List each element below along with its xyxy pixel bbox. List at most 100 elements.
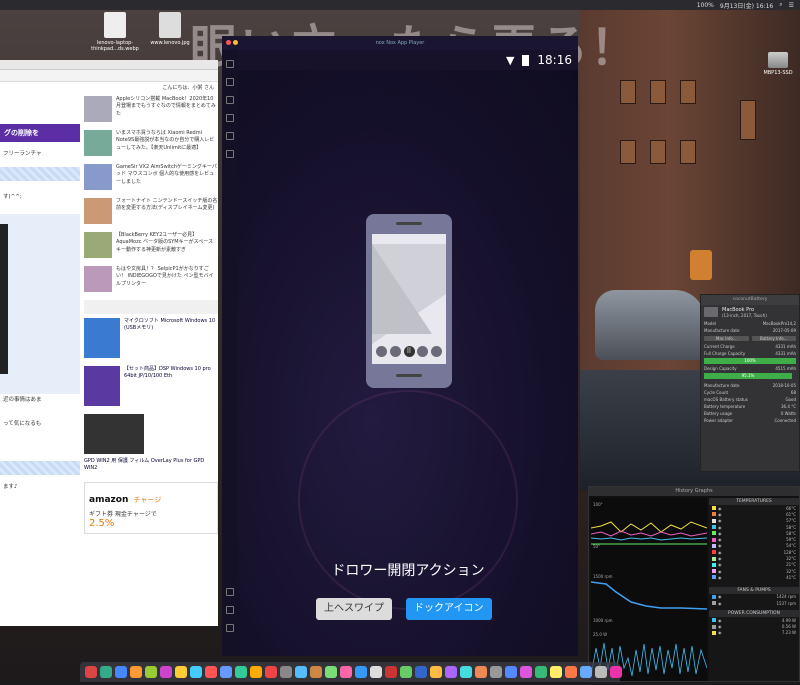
drive-icon[interactable]: MBP13-SSD xyxy=(760,52,796,76)
dock-app-icon[interactable] xyxy=(130,666,142,678)
dock-app-icon[interactable] xyxy=(520,666,532,678)
dock-app-icon[interactable] xyxy=(535,666,547,678)
dock-app-icon[interactable] xyxy=(145,666,157,678)
location-icon[interactable] xyxy=(226,150,234,158)
eye-icon: ◉ xyxy=(718,537,722,543)
mac-info-button[interactable]: Mac Info... xyxy=(704,336,749,341)
home-icon[interactable] xyxy=(226,606,234,614)
article-title[interactable]: フォートナイト ニンテンドースイッチ版の名前を変更する方法(ディスプレイネーム変… xyxy=(116,198,218,224)
article-title[interactable]: Appleシリコン搭載 MacBook！2020年10月登場までもうすぐなので情… xyxy=(116,96,218,122)
dock-app-icon[interactable] xyxy=(445,666,457,678)
dock-icon-option[interactable]: ドックアイコン xyxy=(406,598,492,620)
dock-app-icon[interactable] xyxy=(310,666,322,678)
dock-app-icon[interactable] xyxy=(430,666,442,678)
minimize-icon[interactable] xyxy=(233,40,238,45)
power-row[interactable]: ◉ 7.23 W xyxy=(709,630,799,636)
desktop-file-icon[interactable]: lenovo-laptop-thinkpad...ds.webp xyxy=(85,12,145,52)
history-title[interactable]: History Graphs xyxy=(589,487,799,496)
left-text: 近の事情はあま xyxy=(3,396,42,403)
keyboard-icon[interactable] xyxy=(226,60,234,68)
dock-app-icon[interactable] xyxy=(190,666,202,678)
android-screen: ⠿ ドロワー開閉アクション 上へスワイプ ドックアイコン 前へ 適用 xyxy=(238,70,578,656)
dock-app-icon[interactable] xyxy=(175,666,187,678)
article-title[interactable]: GameSir VX2 AimSwitchゲーミングキーパッド マウスコンボ 個… xyxy=(116,164,218,190)
article-item[interactable]: もはや文房具！？ SelpicP1がかなりすごい！ INDIEGOGOで見かけた… xyxy=(84,266,218,292)
macos-dock xyxy=(80,662,622,682)
product-item[interactable]: マイクロソフト Microsoft Windows 10 (USBメモリ) xyxy=(84,318,218,358)
product-title[interactable]: 【セット商品】DSP Windows 10 pro 64bit JP/10/10… xyxy=(124,366,218,406)
dock-app-icon[interactable] xyxy=(490,666,502,678)
dock-app-icon[interactable] xyxy=(235,666,247,678)
coconut-title[interactable]: coconutBattery xyxy=(701,295,799,305)
search-icon[interactable]: ⌕ xyxy=(779,1,782,9)
dock-app-icon[interactable] xyxy=(280,666,292,678)
screenshot-icon[interactable] xyxy=(226,114,234,122)
shake-icon[interactable] xyxy=(226,132,234,140)
article-title[interactable]: もはや文房具！？ SelpicP1がかなりすごい！ INDIEGOGOで見かけた… xyxy=(116,266,218,292)
dock-app-icon[interactable] xyxy=(160,666,172,678)
menu-list-icon[interactable]: ☰ xyxy=(789,2,794,9)
article-item[interactable]: Appleシリコン搭載 MacBook！2020年10月登場までもうすぐなので情… xyxy=(84,96,218,122)
dock-app-icon[interactable] xyxy=(550,666,562,678)
dock-app-icon[interactable] xyxy=(595,666,607,678)
product-item[interactable]: GPD WIN2 用 保護 フィルム OverLay Plus for GPD … xyxy=(84,414,218,472)
product-item[interactable]: 【セット商品】DSP Windows 10 pro 64bit JP/10/10… xyxy=(84,366,218,406)
browser-tab-bar[interactable] xyxy=(0,60,218,70)
info-row: Battery temperature 36.4 °C xyxy=(704,404,796,409)
battery-indicator[interactable]: 100% xyxy=(697,2,714,9)
illustration-dock: ⠿ xyxy=(376,346,442,357)
amazon-ad[interactable]: amazon チャージ ギフト券 現金チャージで 2.5% xyxy=(84,482,218,534)
design-capacity-bar: 95.1% xyxy=(704,373,792,379)
dock-app-icon[interactable] xyxy=(475,666,487,678)
sensor-row[interactable]: ◉ 41°C xyxy=(709,574,799,580)
dock-app-icon[interactable] xyxy=(85,666,97,678)
dock-app-icon[interactable] xyxy=(295,666,307,678)
purple-heading[interactable]: グの削除を xyxy=(0,124,80,142)
dock-app-icon[interactable] xyxy=(415,666,427,678)
eye-icon: ◉ xyxy=(718,543,722,549)
recent-apps-icon[interactable] xyxy=(226,624,234,632)
article-title[interactable]: 【BlackBerry KEY2ユーザー必見】AquaMozc ベータ版のSYM… xyxy=(116,232,218,258)
article-item[interactable]: GameSir VX2 AimSwitchゲーミングキーパッド マウスコンボ 個… xyxy=(84,164,218,190)
dock-app-icon[interactable] xyxy=(340,666,352,678)
back-icon[interactable] xyxy=(226,588,234,596)
nox-title-bar[interactable]: nox Nox App Player xyxy=(222,36,578,50)
battery-info-button[interactable]: Battery Info... xyxy=(751,336,796,341)
desktop-file-icon[interactable]: www.lenovo.jpg xyxy=(140,12,200,46)
fan-row[interactable]: ◉ 1537 rpm xyxy=(709,600,799,606)
dock-app-icon[interactable] xyxy=(325,666,337,678)
bookmarks-bar[interactable] xyxy=(0,70,218,82)
dock-app-icon[interactable] xyxy=(400,666,412,678)
dock-app-icon[interactable] xyxy=(610,666,622,678)
close-icon[interactable] xyxy=(226,40,231,45)
article-item[interactable]: 【BlackBerry KEY2ユーザー必見】AquaMozc ベータ版のSYM… xyxy=(84,232,218,258)
article-thumbnail xyxy=(84,130,112,156)
dock-app-icon[interactable] xyxy=(460,666,472,678)
dock-app-icon[interactable] xyxy=(505,666,517,678)
embedded-window-edge xyxy=(0,223,8,374)
dock-app-icon[interactable] xyxy=(565,666,577,678)
product-title[interactable]: マイクロソフト Microsoft Windows 10 (USBメモリ) xyxy=(124,318,218,358)
dock-app-icon[interactable] xyxy=(100,666,112,678)
dock-app-icon[interactable] xyxy=(385,666,397,678)
info-row: Current Charge 4331 mAh xyxy=(704,344,796,349)
swipe-up-option[interactable]: 上へスワイプ xyxy=(316,598,392,620)
info-row: Battery usage 0 Watts xyxy=(704,411,796,416)
file-icon xyxy=(104,12,126,38)
dock-app-icon[interactable] xyxy=(580,666,592,678)
wallpaper-car xyxy=(595,290,705,360)
dock-app-icon[interactable] xyxy=(370,666,382,678)
article-item[interactable]: いまスマホ買うならば Xiaomi Redmi Note9S最強説が本当なのか自… xyxy=(84,130,218,156)
dock-app-icon[interactable] xyxy=(220,666,232,678)
article-title[interactable]: いまスマホ買うならば Xiaomi Redmi Note9S最強説が本当なのか自… xyxy=(116,130,218,156)
dock-app-icon[interactable] xyxy=(250,666,262,678)
dock-app-icon[interactable] xyxy=(205,666,217,678)
volume-up-icon[interactable] xyxy=(226,78,234,86)
menu-clock[interactable]: 9月13日(金) 16:16 xyxy=(720,1,773,10)
dock-app-icon[interactable] xyxy=(355,666,367,678)
volume-down-icon[interactable] xyxy=(226,96,234,104)
product-title[interactable]: GPD WIN2 用 保護 フィルム OverLay Plus for GPD … xyxy=(84,458,218,472)
dock-app-icon[interactable] xyxy=(115,666,127,678)
article-item[interactable]: フォートナイト ニンテンドースイッチ版の名前を変更する方法(ディスプレイネーム変… xyxy=(84,198,218,224)
dock-app-icon[interactable] xyxy=(265,666,277,678)
